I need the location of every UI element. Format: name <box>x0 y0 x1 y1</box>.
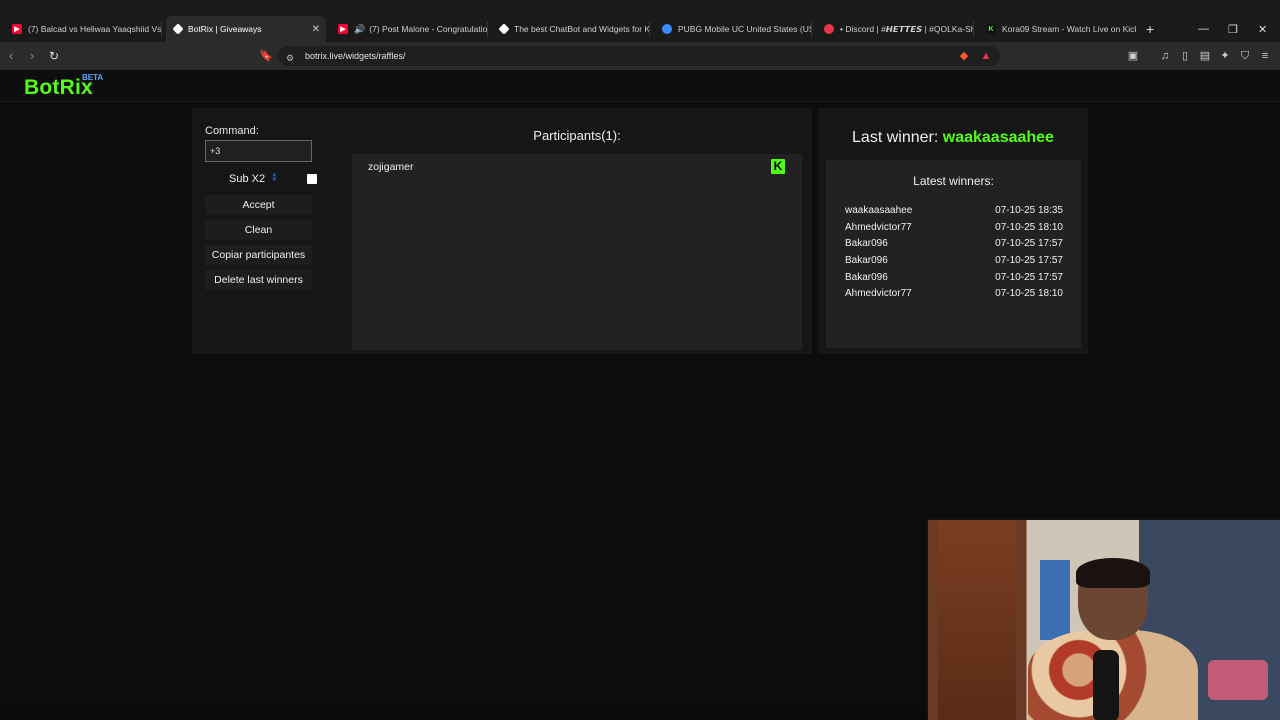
url-text[interactable]: botrix.live/widgets/raffles/ <box>305 51 405 61</box>
webcam-door <box>938 520 1016 720</box>
brave-rewards-icon[interactable]: ▲ <box>979 49 993 63</box>
info-icon: ⁑ <box>272 173 277 183</box>
winner-name: Bakar096 <box>845 272 888 283</box>
clean-button[interactable]: Clean <box>205 220 312 240</box>
winner-date: 07-10-25 17:57 <box>995 238 1063 249</box>
accept-button[interactable]: Accept <box>205 195 312 215</box>
botrix-icon <box>172 23 184 35</box>
kick-icon: K <box>986 24 996 34</box>
pubg-icon <box>662 24 672 34</box>
last-winner-heading: Last winner: waakaasaahee <box>818 129 1088 147</box>
vpn-icon[interactable]: ⛉ <box>1238 49 1252 63</box>
sub-x2-label: Sub X2 <box>229 173 266 185</box>
music-icon[interactable]: ♫ <box>1158 49 1172 63</box>
winner-date: 07-10-25 18:35 <box>995 205 1063 216</box>
tab-label: PUBG Mobile UC United States (USA <box>678 24 812 34</box>
winner-row: waakaasaahee 07-10-25 18:35 <box>845 205 1063 220</box>
app-header <box>0 70 1280 102</box>
winner-row: Bakar096 07-10-25 17:57 <box>845 255 1063 270</box>
webcam-overlay <box>926 518 1280 720</box>
tab-separator <box>811 22 812 36</box>
reload-icon[interactable]: ↻ <box>49 48 59 64</box>
tab-label: (7) Post Malone - Congratulation <box>369 24 488 34</box>
latest-winners-title: Latest winners: <box>913 174 994 188</box>
beta-badge: BETA <box>82 73 104 82</box>
tab-strip: ▶ (7) Balcad vs Heliwaa Yaaqshiid Vs D B… <box>0 0 1280 42</box>
participants-list <box>352 154 802 350</box>
command-label: Command: <box>205 125 259 137</box>
youtube-icon: ▶ <box>12 24 22 34</box>
speaker-icon[interactable]: 🔊 <box>354 24 365 35</box>
close-window-icon[interactable]: ✕ <box>1258 16 1267 42</box>
last-winner-name: waakaasaahee <box>942 129 1054 146</box>
webcam-pillow <box>1208 660 1268 700</box>
tab-kick-kora09[interactable]: K Kora09 Stream - Watch Live on Kick <box>978 16 1136 42</box>
tab-separator <box>487 22 488 36</box>
last-winner-label: Last winner: <box>852 129 939 146</box>
winner-name: Bakar096 <box>845 238 888 249</box>
tab-label: • Discord | #𝙃𝙀𝙏𝙏𝙀𝙎 | #QOLKa-Shaaftada-ؤ <box>840 23 974 34</box>
winner-date: 07-10-25 18:10 <box>995 288 1063 299</box>
youtube-icon: ▶ <box>338 24 348 34</box>
tab-separator <box>649 22 650 36</box>
tab-discord[interactable]: • Discord | #𝙃𝙀𝙏𝙏𝙀𝙎 | #QOLKa-Shaaftada-ؤ <box>816 16 974 42</box>
winner-name: Ahmedvictor77 <box>845 222 912 233</box>
participants-title: Participants(1): <box>533 128 621 143</box>
winner-name: Bakar096 <box>845 255 888 266</box>
tab-botrix-giveaways[interactable]: BotRix | Giveaways ✕ <box>166 16 326 42</box>
command-input[interactable] <box>205 140 312 162</box>
tab-label: BotRix | Giveaways <box>188 24 262 34</box>
tab-youtube-postmalone[interactable]: ▶ 🔊 (7) Post Malone - Congratulation <box>330 16 488 42</box>
sidebar-icon[interactable]: ▯ <box>1178 49 1192 63</box>
latest-winners-box <box>826 160 1081 348</box>
tab-botrix-chatbot[interactable]: The best ChatBot and Widgets for K <box>492 16 650 42</box>
tab-label: Kora09 Stream - Watch Live on Kick <box>1002 24 1136 34</box>
winner-date: 07-10-25 18:10 <box>995 222 1063 233</box>
winner-row: Bakar096 07-10-25 17:57 <box>845 272 1063 287</box>
winner-name: waakaasaahee <box>845 205 913 216</box>
microphone <box>1093 650 1119 720</box>
back-icon[interactable]: ‹ <box>9 48 13 64</box>
minimize-icon[interactable]: — <box>1198 16 1209 42</box>
tab-label: The best ChatBot and Widgets for K <box>514 24 650 34</box>
restore-icon[interactable]: ❐ <box>1228 16 1238 42</box>
copy-participants-button[interactable]: Copiar participantes <box>205 245 312 265</box>
tab-separator <box>161 22 162 36</box>
winner-row: Bakar096 07-10-25 17:57 <box>845 238 1063 253</box>
winner-date: 07-10-25 17:57 <box>995 272 1063 283</box>
brave-shields-icon[interactable]: ◆ <box>957 49 971 63</box>
close-icon[interactable]: ✕ <box>312 24 320 35</box>
webcam-wall-frame <box>1040 560 1070 640</box>
menu-icon[interactable]: ≡ <box>1258 49 1272 63</box>
delete-last-winners-button[interactable]: Delete last winners <box>205 270 312 290</box>
tab-separator <box>973 22 974 36</box>
bottom-strip <box>0 706 926 720</box>
winner-row: Ahmedvictor77 07-10-25 18:10 <box>845 288 1063 303</box>
botrix-icon <box>498 23 510 35</box>
address-toolbar: ‹ › ↻ 🔖 ⚙ botrix.live/widgets/raffles/ ◆… <box>0 42 1280 70</box>
leo-ai-icon[interactable]: ✦ <box>1218 49 1232 63</box>
participant-name[interactable]: zojigamer <box>368 161 414 173</box>
tab-label: (7) Balcad vs Heliwaa Yaaqshiid Vs D <box>28 24 162 34</box>
bookmark-icon[interactable]: 🔖 <box>259 48 273 64</box>
site-info-icon[interactable]: ⚙ <box>286 50 294 66</box>
winner-date: 07-10-25 17:57 <box>995 255 1063 266</box>
kick-icon: K <box>771 159 785 174</box>
wallet-icon[interactable]: ▤ <box>1198 49 1212 63</box>
sub-x2-checkbox[interactable] <box>307 174 317 184</box>
tab-pubg[interactable]: PUBG Mobile UC United States (USA <box>654 16 812 42</box>
discord-icon <box>824 24 834 34</box>
tab-search-icon[interactable]: ▣ <box>1126 49 1140 63</box>
tab-youtube-balcad[interactable]: ▶ (7) Balcad vs Heliwaa Yaaqshiid Vs D <box>4 16 162 42</box>
new-tab-button[interactable]: + <box>1146 16 1154 42</box>
forward-icon[interactable]: › <box>30 48 34 64</box>
webcam-person-hair <box>1076 558 1150 588</box>
winner-row: Ahmedvictor77 07-10-25 18:10 <box>845 222 1063 237</box>
winner-name: Ahmedvictor77 <box>845 288 912 299</box>
